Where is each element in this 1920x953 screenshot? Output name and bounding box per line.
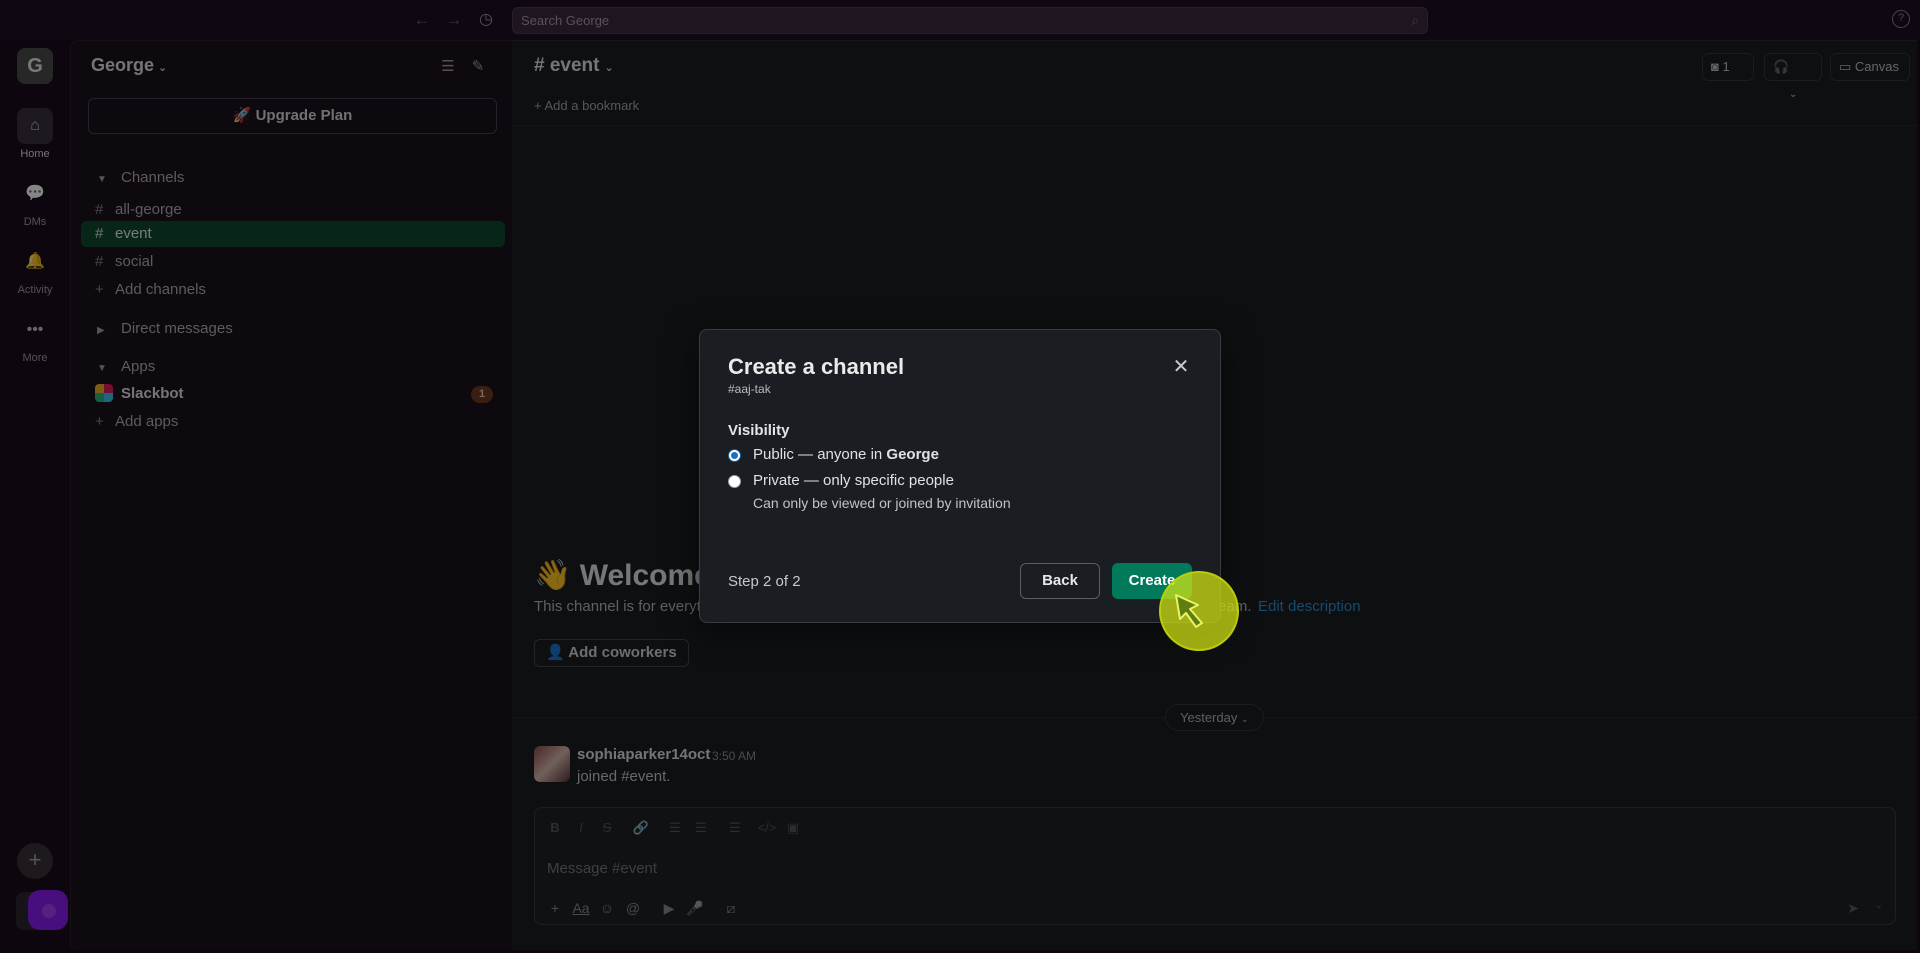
public-label-text: Public — anyone in: [753, 446, 887, 463]
public-label-workspace: George: [886, 446, 939, 463]
modal-title: Create a channel: [728, 354, 905, 379]
public-radio[interactable]: [728, 449, 741, 462]
create-channel-modal: Create a channel #aaj-tak ✕ Visibility P…: [699, 329, 1221, 623]
step-indicator: Step 2 of 2: [728, 573, 801, 590]
private-option-label[interactable]: Private — only specific people: [753, 472, 954, 489]
public-option-label[interactable]: Public — anyone in George: [753, 446, 939, 463]
back-button[interactable]: Back: [1020, 563, 1100, 599]
cursor-arrow-icon: [1175, 594, 1203, 628]
channel-name-preview: #aaj-tak: [728, 382, 771, 396]
private-radio[interactable]: [728, 475, 741, 488]
close-icon[interactable]: ✕: [1170, 356, 1192, 378]
private-option-description: Can only be viewed or joined by invitati…: [753, 495, 1011, 511]
visibility-label: Visibility: [728, 422, 790, 439]
